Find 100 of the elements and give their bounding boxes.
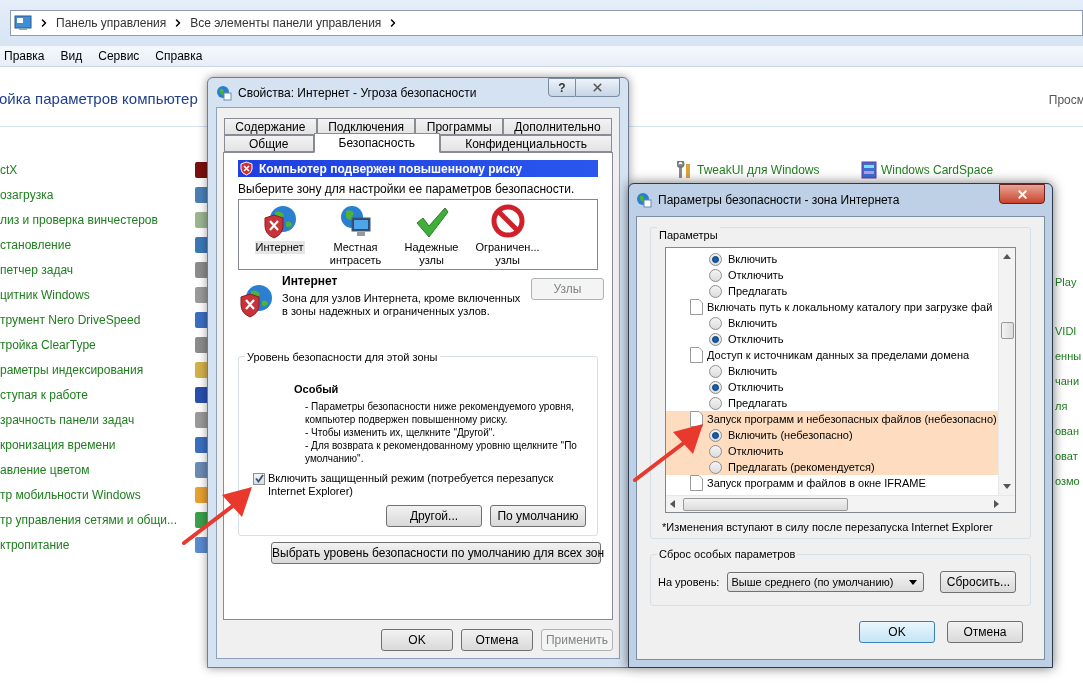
control-panel-link[interactable]: чани — [1055, 373, 1082, 398]
reset-button[interactable]: Сбросить... — [940, 571, 1017, 593]
dialog-button[interactable]: По умолчанию — [490, 504, 586, 527]
radio-button[interactable] — [709, 268, 722, 282]
no-entry-icon — [489, 204, 526, 240]
level-description: - Для возврата к рекомендованному уровню щелкните "По умолчанию". — [305, 438, 578, 465]
window-title: Свойства: Интернет - Угроза безопасности — [238, 84, 477, 102]
control-panel-link[interactable]: Windows CardSpace — [881, 160, 994, 179]
control-panel-link[interactable]: раметры индексирования — [0, 360, 144, 379]
option-label: Предлагать (рекомендуется) — [728, 459, 875, 475]
control-panel-link[interactable]: тр мобильности Windows — [0, 485, 141, 504]
dialog-button[interactable]: OK — [859, 621, 935, 643]
breadcrumb-item[interactable]: Все элементы панели управления — [190, 14, 382, 32]
close-button[interactable] — [999, 184, 1045, 204]
control-panel-link[interactable]: петчер задач — [0, 260, 74, 279]
control-panel-link[interactable]: зрачность панели задач — [0, 410, 135, 429]
tab[interactable]: Содержание — [224, 118, 317, 135]
dialog-button[interactable]: OK — [381, 629, 453, 651]
dialog-button[interactable]: Отмена — [461, 629, 533, 651]
menu-item[interactable]: Сервис — [98, 47, 140, 65]
document-icon — [690, 411, 703, 427]
menu-item[interactable]: Правка — [4, 47, 45, 65]
dialog-button[interactable]: Отмена — [947, 621, 1023, 643]
control-panel-link[interactable]: ctX — [0, 160, 18, 179]
zone-item[interactable]: Интернет — [254, 241, 305, 254]
control-panel-link[interactable]: ован — [1055, 423, 1082, 448]
zone-item[interactable]: Местная интрасеть — [328, 241, 383, 267]
address-bar[interactable]: Панель управления Все элементы панели управления — [10, 10, 1083, 36]
control-panel-link[interactable]: ля — [1055, 398, 1082, 423]
wrench-icon — [677, 160, 693, 179]
control-panel-link[interactable]: трумент Nero DriveSpeed — [0, 310, 141, 329]
group-legend: Параметры — [657, 227, 720, 244]
control-panel-link[interactable]: тройка ClearType — [0, 335, 96, 354]
radio-button[interactable] — [709, 460, 722, 474]
annotation-arrow — [633, 424, 703, 482]
control-panel-link[interactable]: становление — [0, 235, 72, 254]
close-icon — [1015, 187, 1029, 201]
tab[interactable]: Общие — [224, 135, 314, 152]
control-panel-link[interactable]: ктропитание — [0, 535, 70, 554]
setting-label: Запуск программ и файлов в окне IFRAME — [707, 475, 926, 491]
radio-button[interactable] — [709, 284, 722, 298]
radio-button[interactable] — [709, 316, 722, 330]
scrollbar-thumb[interactable] — [683, 497, 848, 511]
window-icon — [216, 84, 232, 101]
breadcrumb-item[interactable]: Панель управления — [56, 14, 167, 32]
control-panel-link[interactable]: кронизация времени — [0, 435, 116, 454]
close-icon — [591, 81, 604, 94]
radio-button[interactable] — [709, 444, 722, 458]
menu-item[interactable]: Справка — [155, 47, 203, 65]
group-legend: Сброс особых параметров — [657, 546, 798, 563]
option-label: Включить (небезопасно) — [728, 427, 853, 443]
menu-item[interactable]: Вид — [60, 47, 83, 65]
level-dropdown[interactable]: Выше среднего (по умолчанию) — [727, 572, 925, 592]
tab[interactable]: Конфиденциальность — [440, 135, 612, 152]
scroll-up-icon[interactable] — [1003, 254, 1011, 259]
control-panel-link[interactable]: тр управления сетями и общи... — [0, 510, 177, 529]
window-title: Параметры безопасности - зона Интернета — [658, 192, 900, 209]
scroll-right-icon[interactable] — [994, 500, 999, 508]
control-panel-link[interactable]: TweakUI для Windows — [697, 160, 820, 179]
control-panel-link[interactable]: озагрузка — [0, 185, 54, 204]
radio-button[interactable] — [709, 396, 722, 410]
option-label: Отключить — [728, 267, 784, 283]
globe-shield-icon — [238, 283, 274, 319]
radio-button[interactable] — [709, 428, 722, 442]
setting-label: Включать путь к локальному каталогу при загрузке фай — [707, 299, 993, 315]
control-panel-link[interactable]: ступая к работе — [0, 385, 88, 404]
zone-item[interactable]: Ограничен... узлы — [474, 241, 541, 267]
document-icon — [690, 299, 703, 315]
control-panel-link[interactable]: лиз и проверка винчестеров — [0, 210, 158, 229]
zone-item[interactable]: Надежные узлы — [403, 241, 460, 267]
control-panel-link[interactable]: озмо — [1055, 473, 1082, 498]
radio-button[interactable] — [709, 364, 722, 378]
radio-button[interactable] — [709, 380, 722, 394]
control-panel-link[interactable]: авление цветом — [0, 460, 90, 479]
option-label: Предлагать — [728, 395, 788, 411]
control-panel-link[interactable]: VIDI — [1055, 323, 1082, 348]
scroll-left-icon[interactable] — [670, 500, 675, 508]
zone-description: Зона для узлов Интернета, кроме включенных в зоны надежных и ограниченных узлов. — [282, 292, 522, 318]
scroll-down-icon[interactable] — [1003, 484, 1011, 489]
checkmark-icon — [254, 474, 264, 483]
option-label: Предлагать — [728, 283, 788, 299]
scrollbar-thumb[interactable] — [1000, 322, 1014, 339]
help-button[interactable]: ? — [548, 78, 576, 97]
level-description: - Чтобы изменить их, щелкните "Другой". — [305, 425, 497, 439]
control-panel-link[interactable]: цитник Windows — [0, 285, 90, 304]
group-legend: Уровень безопасности для этой зоны — [245, 349, 440, 366]
setting-label: Доступ к источникам данных за пределами домена — [707, 347, 970, 363]
dialog-button[interactable]: Другой... — [386, 504, 482, 527]
vertical-scrollbar[interactable] — [998, 248, 1015, 495]
radio-button[interactable] — [709, 252, 722, 266]
tab[interactable]: Дополнительно — [502, 118, 612, 135]
tab[interactable]: Безопасность — [313, 133, 441, 153]
radio-button[interactable] — [709, 332, 722, 346]
control-panel-link[interactable]: енны — [1055, 348, 1082, 373]
horizontal-scrollbar[interactable] — [666, 495, 1015, 512]
checkbox[interactable] — [253, 472, 265, 485]
tab[interactable]: Программы — [415, 118, 503, 135]
control-panel-link[interactable]: Play — [1055, 274, 1082, 299]
option-label: Отключить — [728, 379, 784, 395]
control-panel-link[interactable]: оват — [1055, 448, 1082, 473]
